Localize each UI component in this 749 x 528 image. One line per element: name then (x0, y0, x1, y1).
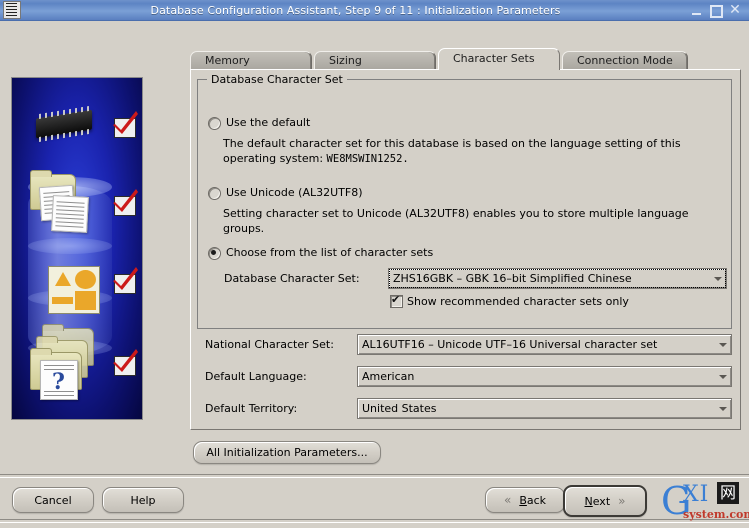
radio-label: Use Unicode (AL32UTF8) (226, 186, 363, 199)
watermark-cn-char: 网 (717, 482, 739, 504)
footer-separator-top (0, 474, 749, 478)
window-titlebar: Database Configuration Assistant, Step 9… (0, 0, 749, 21)
description-line-1: The default character set for this datab… (223, 137, 681, 150)
help-button[interactable]: Help (102, 487, 184, 513)
character-sets-panel: Database Character Set Use the default T… (190, 69, 741, 430)
window-controls: ✕ (690, 3, 742, 18)
object-types-icon (48, 266, 100, 314)
database-character-set-value: ZHS16GBK – GBK 16–bit Simplified Chinese (393, 272, 632, 285)
show-recommended-label: Show recommended character sets only (407, 295, 629, 308)
national-character-set-combobox[interactable]: AL16UTF16 – Unicode UTF–16 Universal cha… (357, 334, 732, 355)
description-line-1: Setting character set to Unicode (AL32UT… (223, 207, 689, 220)
chevron-down-icon (716, 400, 731, 417)
radio-use-the-default[interactable]: Use the default (208, 116, 310, 130)
diagonal-shape-icon (75, 291, 96, 310)
chevron-down-icon (716, 336, 731, 353)
next-label: Next (584, 494, 611, 508)
red-check-icon (113, 349, 138, 372)
chevron-down-icon (716, 368, 731, 385)
tab-connection-mode[interactable]: Connection Mode (562, 51, 688, 70)
default-territory-label: Default Territory: (205, 402, 298, 415)
step-complete-check-2 (113, 189, 138, 216)
watermark-letters-xi: XI (683, 482, 710, 507)
tab-memory[interactable]: Memory (190, 51, 312, 70)
back-button[interactable]: « Back (485, 487, 565, 513)
database-character-set-combobox[interactable]: ZHS16GBK – GBK 16–bit Simplified Chinese (388, 268, 727, 289)
chevron-down-icon (711, 270, 726, 287)
default-charset-value: WE8MSWIN1252. (326, 153, 409, 165)
use-unicode-description: Setting character set to Unicode (AL32UT… (223, 206, 728, 236)
show-recommended-checkbox-row[interactable]: Show recommended character sets only (390, 293, 629, 308)
all-initialization-parameters-button[interactable]: All Initialization Parameters... (193, 441, 381, 464)
red-check-icon (113, 189, 138, 212)
cylinder-band (28, 238, 112, 254)
national-character-set-value: AL16UTF16 – Unicode UTF–16 Universal cha… (362, 338, 658, 351)
description-line-2: groups. (223, 222, 265, 235)
step-complete-check-1 (113, 111, 138, 138)
minimize-button[interactable] (690, 4, 703, 17)
description-line-2-prefix: operating system: (223, 152, 327, 165)
back-label: Back (519, 493, 547, 507)
back-label-rest: ack (526, 493, 547, 507)
question-document-icon: ? (40, 360, 78, 400)
default-territory-combobox[interactable]: United States (357, 398, 732, 419)
database-character-set-group: Database Character Set Use the default T… (197, 73, 732, 329)
footer-separator-bottom (0, 519, 749, 523)
next-label-rest: ext (592, 494, 611, 508)
cpu-chip-icon (36, 109, 92, 139)
red-check-icon (113, 111, 138, 134)
circle-shape-icon (75, 270, 96, 289)
triangle-shape-icon (54, 272, 71, 286)
close-button[interactable]: ✕ (728, 3, 742, 17)
wizard-banner-image: ? (11, 77, 143, 420)
cancel-button[interactable]: Cancel (12, 487, 94, 513)
group-title: Database Character Set (207, 73, 347, 86)
default-territory-value: United States (362, 402, 437, 415)
step-complete-check-4 (113, 349, 138, 376)
watermark-letter-g: G (661, 479, 692, 523)
national-character-set-label: National Character Set: (205, 338, 334, 351)
show-recommended-checkbox[interactable] (390, 293, 403, 308)
radio-label: Choose from the list of character sets (226, 246, 434, 259)
chevron-right-icon: » (618, 494, 626, 508)
radio-use-unicode[interactable]: Use Unicode (AL32UTF8) (208, 186, 362, 200)
bar-shape-icon (52, 297, 73, 304)
document-icon (51, 195, 89, 233)
default-language-value: American (362, 370, 415, 383)
radio-indicator (208, 247, 221, 260)
chevron-left-icon: « (503, 493, 512, 507)
use-default-description: The default character set for this datab… (223, 136, 723, 167)
database-character-set-label: Database Character Set: (224, 272, 360, 285)
app-icon (3, 1, 21, 19)
step-complete-check-3 (113, 267, 138, 294)
default-language-label: Default Language: (205, 370, 307, 383)
default-language-combobox[interactable]: American (357, 366, 732, 387)
maximize-button[interactable] (709, 4, 723, 18)
red-check-icon (113, 267, 138, 290)
radio-indicator (208, 117, 221, 130)
next-button[interactable]: Next » (563, 485, 647, 517)
radio-choose-from-list[interactable]: Choose from the list of character sets (208, 246, 433, 260)
window-title: Database Configuration Assistant, Step 9… (150, 3, 561, 17)
tab-character-sets[interactable]: Character Sets (438, 48, 560, 70)
radio-indicator (208, 187, 221, 200)
radio-label: Use the default (226, 116, 311, 129)
tab-sizing[interactable]: Sizing (314, 51, 436, 70)
tab-bar: Memory Sizing Character Sets Connection … (190, 48, 690, 70)
